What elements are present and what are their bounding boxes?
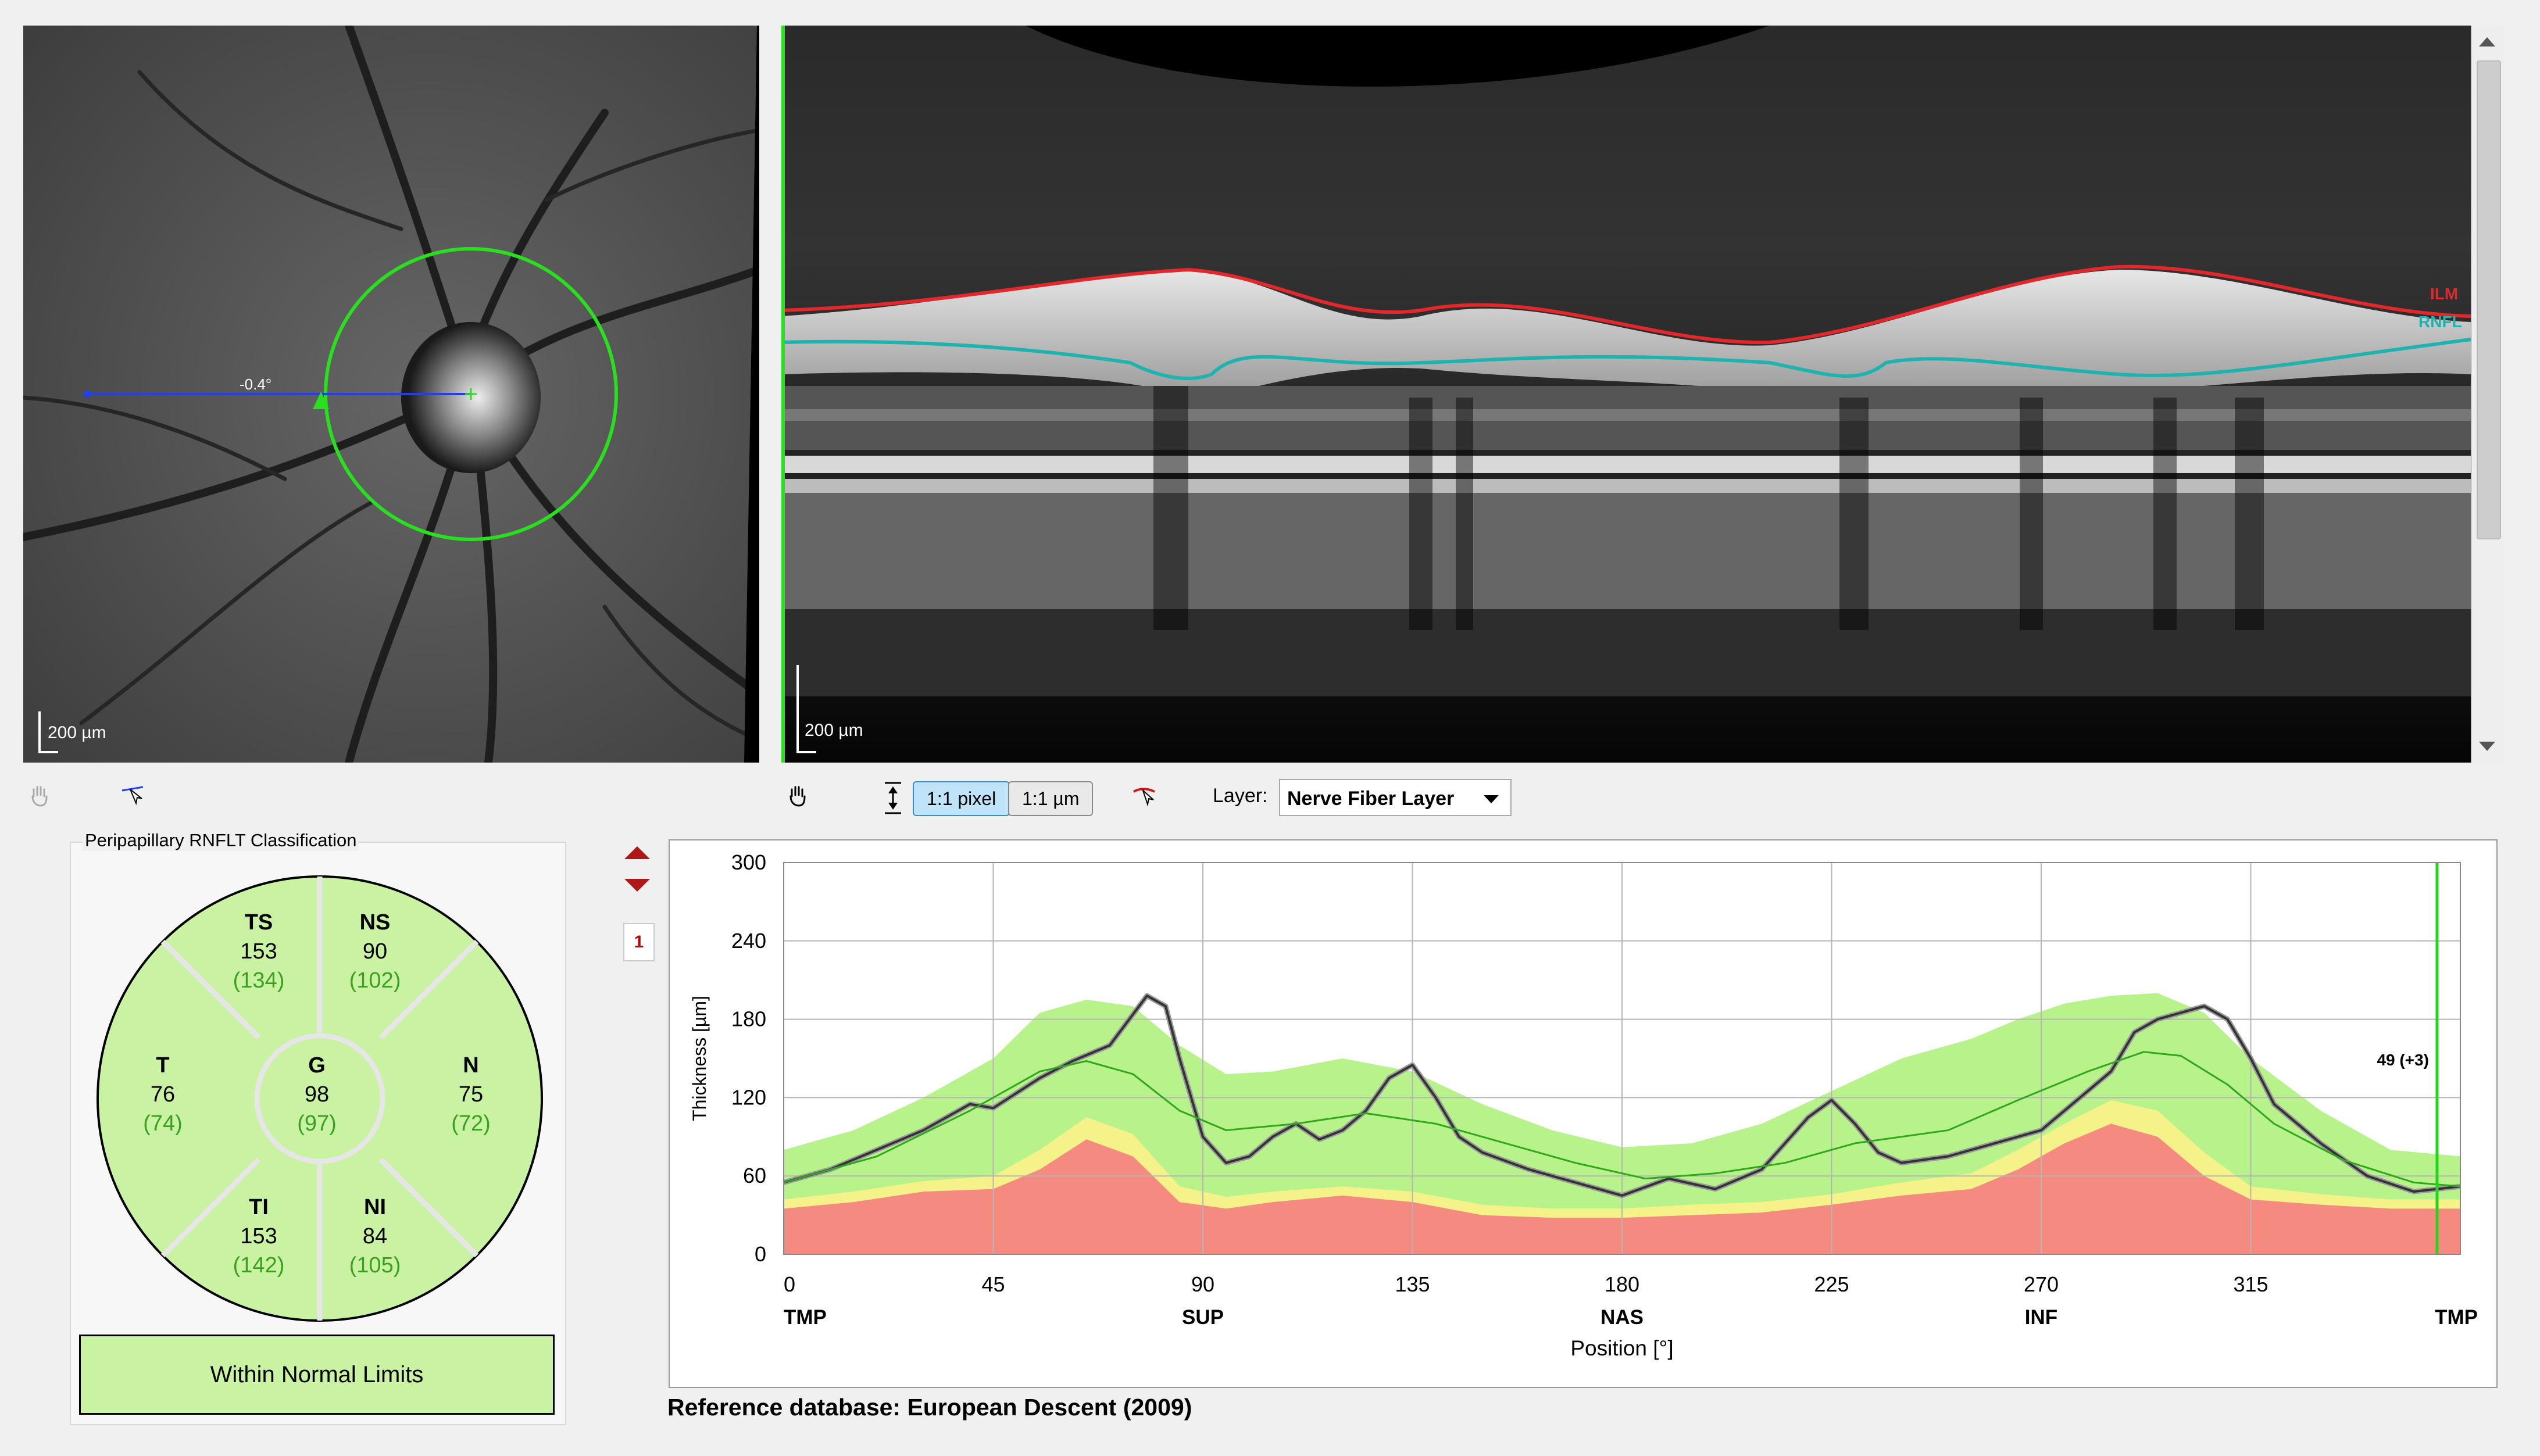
region-label-inf: INF [2025, 1306, 2057, 1329]
y-tick-label: 240 [731, 929, 766, 953]
sector-n-name: N [463, 1053, 479, 1078]
layer-select[interactable]: Nerve Fiber Layer [1279, 779, 1512, 816]
one-to-one-pixel-button[interactable]: 1:1 pixel [913, 781, 1010, 816]
fundus-image[interactable]: 200 µm -0.4° [23, 26, 759, 763]
sector-ti: TI 153 (142) [198, 1193, 320, 1280]
sector-ts: TS 153 (134) [198, 908, 320, 995]
sector-ni: NI 84 (105) [314, 1193, 436, 1280]
sector-t-ref: (74) [143, 1111, 183, 1136]
sector-ni-value: 84 [362, 1224, 388, 1248]
scroll-up-icon[interactable] [2479, 37, 2495, 46]
x-tick-label: 90 [1191, 1272, 1214, 1296]
classification-title: Peripapillary RNFLT Classification [83, 830, 359, 851]
x-tick-label: 0 [784, 1272, 795, 1296]
x-tick-label: 225 [1814, 1272, 1849, 1296]
layer-select-value: Nerve Fiber Layer [1287, 788, 1455, 810]
y-tick-label: 120 [731, 1085, 766, 1109]
y-tick-label: 0 [755, 1242, 766, 1266]
pointer-tool-icon[interactable] [116, 779, 149, 811]
chevron-down-icon [1484, 795, 1499, 803]
angle-label: -0.4° [240, 375, 272, 393]
classification-result: Within Normal Limits [79, 1335, 555, 1415]
y-tick-label: 300 [731, 850, 766, 874]
y-tick-label: 180 [731, 1007, 766, 1031]
reference-database: Reference database: European Descent (20… [667, 1394, 1192, 1421]
move-up-icon[interactable] [624, 846, 650, 859]
y-axis-title: Thickness [µm] [689, 996, 710, 1121]
sector-g-ref: (97) [297, 1111, 337, 1136]
sector-ns-value: 90 [362, 939, 388, 964]
sector-n-ref: (72) [451, 1111, 491, 1136]
page-one-button[interactable]: 1 [623, 923, 655, 961]
layer-edit-icon[interactable] [1128, 779, 1160, 811]
sector-t-name: T [156, 1053, 170, 1078]
bscan-scrollbar[interactable] [2471, 26, 2505, 763]
sector-t: T 76 (74) [105, 1051, 221, 1138]
rnfl-label: RNFL [2418, 313, 2462, 331]
sector-ns: NS 90 (102) [314, 908, 436, 995]
sector-ts-ref: (134) [233, 968, 285, 993]
hand-pan-bscan-icon[interactable] [781, 779, 814, 811]
scroll-down-icon[interactable] [2479, 742, 2495, 751]
cursor-value-label: 49 (+3) [2377, 1051, 2429, 1069]
move-down-icon[interactable] [624, 879, 650, 892]
x-tick-label: 270 [2024, 1272, 2059, 1296]
sector-ti-name: TI [249, 1195, 269, 1219]
region-label-nas: NAS [1601, 1306, 1644, 1329]
x-tick-label: 315 [2233, 1272, 2268, 1296]
sector-ti-ref: (142) [233, 1253, 285, 1278]
sector-ti-value: 153 [240, 1224, 277, 1248]
sector-g-value: 98 [304, 1082, 330, 1107]
x-axis-title: Position [°] [1570, 1336, 1673, 1360]
x-tick-label: 135 [1395, 1272, 1430, 1296]
sector-ts-name: TS [244, 910, 273, 935]
layer-label: Layer: [1213, 785, 1268, 807]
region-label-sup: SUP [1182, 1306, 1224, 1329]
sector-g: G 98 (97) [259, 1051, 375, 1138]
chart-canvas: 0 45 90 135 180 225 270 315 0 60 120 180 240 300 TMP SU… [689, 850, 2478, 1360]
hand-pan-icon[interactable] [23, 779, 56, 811]
sector-n: N 75 (72) [413, 1051, 529, 1138]
region-label-tmp: TMP [2435, 1306, 2478, 1329]
sector-ns-ref: (102) [349, 968, 401, 993]
y-tick-label: 60 [743, 1164, 766, 1187]
sector-ts-value: 153 [240, 939, 277, 964]
scroll-thumb[interactable] [2477, 60, 2501, 539]
rnfl-thickness-chart: 0 45 90 135 180 225 270 315 0 60 120 180 240 300 TMP SU… [669, 839, 2498, 1388]
bscan-scale-label: 200 µm [805, 721, 863, 740]
sector-ni-ref: (105) [349, 1253, 401, 1278]
oct-bscan[interactable]: 200 µm ILM RNFL [781, 26, 2471, 763]
one-to-one-um-button[interactable]: 1:1 µm [1008, 781, 1094, 816]
sector-t-value: 76 [150, 1082, 176, 1107]
fundus-scale-label: 200 µm [48, 723, 106, 742]
x-tick-label: 45 [981, 1272, 1005, 1296]
ilm-label: ILM [2430, 285, 2459, 303]
fit-height-icon[interactable] [877, 782, 909, 814]
sector-ni-name: NI [364, 1195, 386, 1219]
sector-ns-name: NS [359, 910, 391, 935]
region-label-tmp: TMP [784, 1306, 827, 1329]
x-tick-label: 180 [1605, 1272, 1639, 1296]
sector-n-value: 75 [458, 1082, 484, 1107]
sector-g-name: G [308, 1053, 326, 1078]
